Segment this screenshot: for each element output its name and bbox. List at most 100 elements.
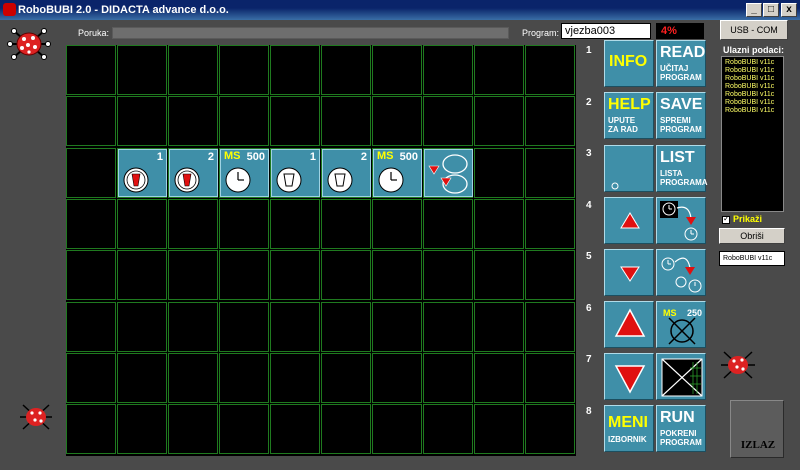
grid-cell[interactable] [66, 302, 116, 352]
grid-cell[interactable] [270, 302, 320, 352]
info-button[interactable]: INFO [604, 40, 654, 87]
grid-cell[interactable] [321, 45, 371, 95]
show-checkbox[interactable] [722, 214, 730, 224]
grid-cell[interactable] [372, 250, 422, 300]
move-up-small-button[interactable] [604, 197, 654, 244]
grid-cell[interactable] [219, 353, 269, 403]
grid-cell[interactable] [372, 404, 422, 454]
grid-cell[interactable] [525, 96, 575, 146]
grid-cell[interactable] [66, 96, 116, 146]
grid-cell[interactable] [525, 353, 575, 403]
grid-cell[interactable] [270, 250, 320, 300]
grid-cell[interactable] [321, 199, 371, 249]
grid-cell[interactable] [66, 45, 116, 95]
grid-cell[interactable] [168, 250, 218, 300]
grid-cell[interactable] [117, 199, 167, 249]
move-up-large-button[interactable] [604, 301, 654, 348]
grid-cell[interactable] [117, 96, 167, 146]
program-tile-cup[interactable]: 1 [271, 149, 320, 197]
grid-cell[interactable] [66, 353, 116, 403]
delay-button[interactable]: MS 250 [656, 301, 706, 348]
grid-cell[interactable] [423, 404, 473, 454]
program-tile-reader[interactable]: 1 [118, 149, 167, 197]
grid-cell[interactable] [117, 353, 167, 403]
grid-cell[interactable] [168, 353, 218, 403]
grid-cell[interactable] [525, 302, 575, 352]
grid-cell[interactable] [168, 96, 218, 146]
save-button[interactable]: SAVE SPREMI PROGRAM [656, 92, 706, 139]
grid-cell[interactable] [423, 353, 473, 403]
grid-cell[interactable] [66, 404, 116, 454]
timer-down-button[interactable] [656, 197, 706, 244]
grid-cell[interactable] [270, 353, 320, 403]
exit-button[interactable]: IZLAZ [730, 400, 784, 458]
usb-com-button[interactable]: USB - COM [720, 20, 788, 40]
grid-cell[interactable] [474, 96, 524, 146]
grid-cell[interactable] [117, 45, 167, 95]
program-grid[interactable]: 1 2 MS 500 1 2 MS 500 [66, 45, 576, 456]
minimize-button[interactable]: _ [746, 3, 762, 17]
list-button[interactable]: LIST LISTA PROGRAMA [656, 145, 708, 192]
grid-cell[interactable] [372, 353, 422, 403]
grid-cell[interactable] [372, 96, 422, 146]
grid-cell[interactable] [219, 404, 269, 454]
grid-cell[interactable] [270, 404, 320, 454]
grid-cell[interactable] [219, 250, 269, 300]
grid-cell[interactable] [219, 45, 269, 95]
grid-cell[interactable] [321, 250, 371, 300]
grid-cell[interactable] [423, 199, 473, 249]
grid-cell[interactable] [321, 302, 371, 352]
grid-cell[interactable] [168, 199, 218, 249]
grid-cell[interactable] [525, 250, 575, 300]
grid-cell[interactable] [423, 45, 473, 95]
menu-button[interactable]: MENI IZBORNIK [604, 405, 654, 452]
grid-cell[interactable] [474, 250, 524, 300]
grid-cell[interactable] [270, 96, 320, 146]
grid-cell[interactable] [474, 302, 524, 352]
move-down-small-button[interactable] [604, 249, 654, 296]
program-tile-reader[interactable]: 2 [169, 149, 218, 197]
grid-cell[interactable] [474, 45, 524, 95]
grid-cell[interactable] [474, 404, 524, 454]
help-button[interactable]: HELP UPUTE ZA RAD [604, 92, 654, 139]
grid-cell[interactable] [168, 302, 218, 352]
grid-cell[interactable] [219, 96, 269, 146]
grid-cell[interactable] [423, 302, 473, 352]
grid-cell[interactable] [474, 199, 524, 249]
grid-cell[interactable] [117, 404, 167, 454]
program-tile-clock[interactable]: MS 500 [220, 149, 269, 197]
run-button[interactable]: RUN POKRENI PROGRAM [656, 405, 706, 452]
maximize-button[interactable]: □ [763, 3, 779, 17]
grid-cell[interactable] [525, 45, 575, 95]
grid-cell[interactable] [474, 353, 524, 403]
clear-grid-button[interactable] [656, 353, 706, 400]
grid-cell[interactable] [525, 404, 575, 454]
blank-sensor-button[interactable] [604, 145, 654, 192]
grid-cell[interactable] [423, 96, 473, 146]
grid-cell[interactable] [117, 250, 167, 300]
grid-cell[interactable] [66, 250, 116, 300]
grid-cell[interactable] [270, 45, 320, 95]
program-tile-loop[interactable] [424, 149, 473, 197]
device-field[interactable]: RoboBUBI v11c [719, 251, 785, 266]
close-button[interactable]: x [781, 3, 797, 17]
grid-cell[interactable] [372, 199, 422, 249]
grid-cell[interactable] [66, 148, 116, 198]
move-down-large-button[interactable] [604, 353, 654, 400]
program-tile-cup[interactable]: 2 [322, 149, 371, 197]
grid-cell[interactable] [117, 302, 167, 352]
grid-cell[interactable] [168, 404, 218, 454]
grid-cell[interactable] [372, 45, 422, 95]
grid-cell[interactable] [321, 404, 371, 454]
grid-cell[interactable] [423, 250, 473, 300]
grid-cell[interactable] [321, 96, 371, 146]
program-tile-clock[interactable]: MS 500 [373, 149, 422, 197]
grid-cell[interactable] [525, 199, 575, 249]
grid-cell[interactable] [270, 199, 320, 249]
input-data-list[interactable]: RoboBUBI v11c RoboBUBI v11c RoboBUBI v11c R… [721, 56, 784, 212]
grid-cell[interactable] [474, 148, 524, 198]
grid-cell[interactable] [66, 199, 116, 249]
read-button[interactable]: READ UČITAJ PROGRAM [656, 40, 706, 87]
grid-cell[interactable] [372, 302, 422, 352]
grid-cell[interactable] [168, 45, 218, 95]
